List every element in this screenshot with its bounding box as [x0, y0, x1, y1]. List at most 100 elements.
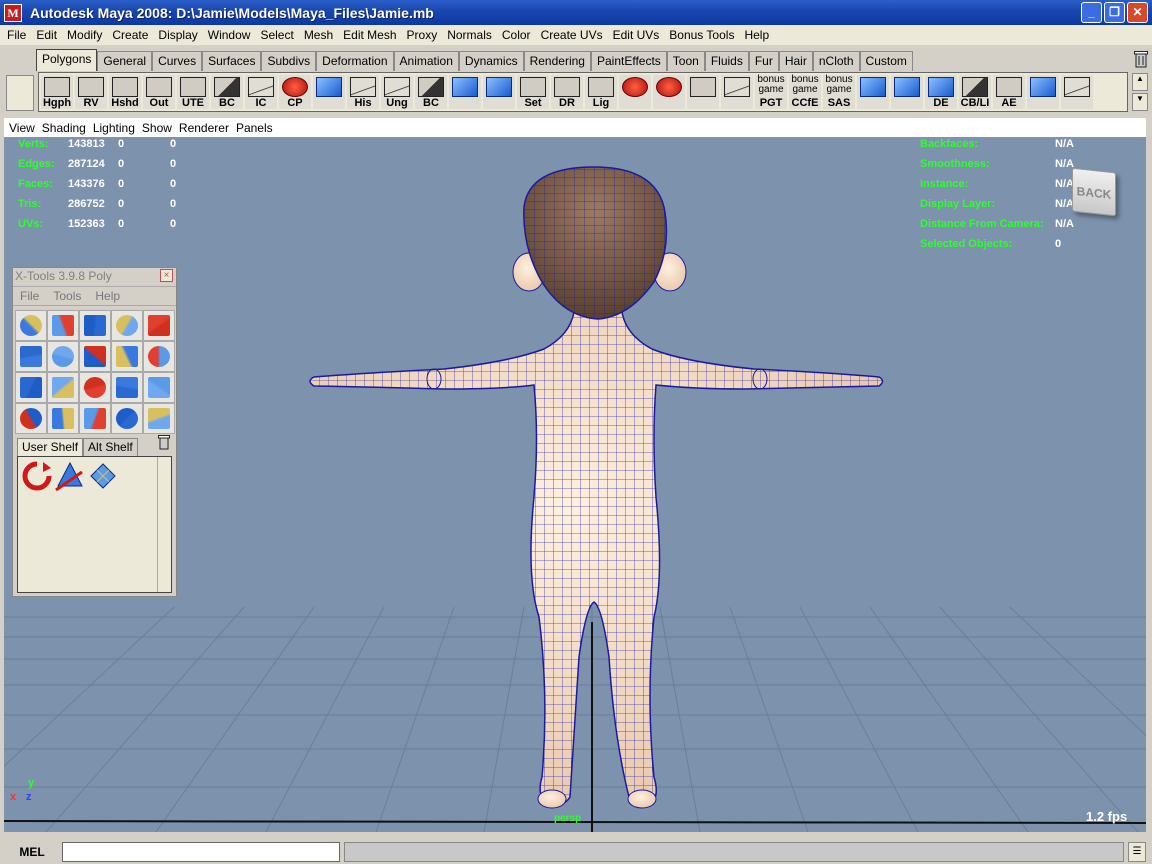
- xtools-tool-icon[interactable]: [47, 372, 79, 403]
- panel-menu-renderer[interactable]: Renderer: [177, 121, 234, 135]
- menu-proxy[interactable]: Proxy: [402, 28, 443, 42]
- xtools-tab-alt-shelf[interactable]: Alt Shelf: [83, 438, 138, 456]
- mel-input-field[interactable]: [62, 842, 340, 862]
- xtools-tool-icon[interactable]: [47, 341, 79, 372]
- shelf-tool-ute-button[interactable]: UTE: [177, 75, 209, 109]
- shelf-tool-ung-button[interactable]: Ung: [381, 75, 413, 109]
- shelf-tool-icon-button[interactable]: [1027, 75, 1059, 109]
- mel-label[interactable]: MEL: [6, 843, 58, 861]
- menu-bonus-tools[interactable]: Bonus Tools: [664, 28, 739, 42]
- shelf-tool-icon-button[interactable]: [721, 75, 753, 109]
- shelf-tool-icon-button[interactable]: [857, 75, 889, 109]
- shelf-tool-out-button[interactable]: Out: [143, 75, 175, 109]
- menu-create-uvs[interactable]: Create UVs: [536, 28, 608, 42]
- shelf-tab-dynamics[interactable]: Dynamics: [458, 51, 524, 71]
- shelf-menu-handle[interactable]: [6, 75, 34, 111]
- xtools-tool-icon[interactable]: [79, 341, 111, 372]
- menu-mesh[interactable]: Mesh: [299, 28, 338, 42]
- xtools-title-bar[interactable]: X-Tools 3.9.8 Poly: [13, 268, 176, 284]
- shelf-tab-polygons[interactable]: Polygons: [36, 49, 98, 71]
- shelf-tool-bc-button[interactable]: BC: [211, 75, 243, 109]
- menu-file[interactable]: File: [2, 28, 31, 42]
- cone-tool-icon[interactable]: [54, 460, 86, 492]
- panel-menu-lighting[interactable]: Lighting: [91, 121, 140, 135]
- shelf-tab-surfaces[interactable]: Surfaces: [202, 51, 262, 71]
- shelf-tab-hair[interactable]: Hair: [778, 51, 813, 71]
- xtools-menu-help[interactable]: Help: [88, 289, 127, 303]
- shelf-tool-icon-button[interactable]: [687, 75, 719, 109]
- shelf-tab-curves[interactable]: Curves: [152, 51, 203, 71]
- xtools-shelf-scrollbar[interactable]: [157, 457, 171, 592]
- shelf-tab-deformation[interactable]: Deformation: [316, 51, 394, 71]
- shelf-tool-icon-button[interactable]: [619, 75, 651, 109]
- maya-app-icon[interactable]: M: [4, 3, 22, 22]
- xtools-tool-icon[interactable]: [111, 341, 143, 372]
- shelf-tool-icon-button[interactable]: [653, 75, 685, 109]
- shelf-tool-rv-button[interactable]: RV: [75, 75, 107, 109]
- trash-icon[interactable]: [1134, 50, 1148, 68]
- shelf-tool-de-button[interactable]: DE: [925, 75, 957, 109]
- panel-menu-shading[interactable]: Shading: [40, 121, 91, 135]
- shelf-tool-hshd-button[interactable]: Hshd: [109, 75, 141, 109]
- shelf-tool-ccfe-button[interactable]: bonus game CCfE: [789, 75, 821, 109]
- xtools-tool-icon[interactable]: [47, 403, 79, 434]
- shelf-tool-ae-button[interactable]: AE: [993, 75, 1025, 109]
- shelf-tab-subdivs[interactable]: Subdivs: [261, 51, 317, 71]
- xtools-tool-icon[interactable]: [15, 403, 47, 434]
- xtools-tool-icon[interactable]: [79, 372, 111, 403]
- xtools-tool-icon[interactable]: [15, 341, 47, 372]
- menu-help[interactable]: Help: [739, 28, 774, 42]
- script-editor-icon[interactable]: ☰: [1128, 842, 1146, 862]
- shelf-tool-icon-button[interactable]: [1061, 75, 1093, 109]
- shelf-tool-his-button[interactable]: His: [347, 75, 379, 109]
- shelf-tool-sas-button[interactable]: bonus game SAS: [823, 75, 855, 109]
- xtools-tool-icon[interactable]: [47, 310, 79, 341]
- restore-button[interactable]: ❐: [1104, 2, 1125, 23]
- xtools-tool-icon[interactable]: [15, 310, 47, 341]
- xtools-trash-icon[interactable]: [158, 434, 170, 450]
- panel-menu-show[interactable]: Show: [140, 121, 177, 135]
- xtools-tool-icon[interactable]: [143, 372, 175, 403]
- xtools-tool-icon[interactable]: [143, 341, 175, 372]
- xtools-tool-icon[interactable]: [111, 310, 143, 341]
- shelf-tool-lig-button[interactable]: Lig: [585, 75, 617, 109]
- shelf-tab-custom[interactable]: Custom: [859, 51, 913, 71]
- menu-edit-uvs[interactable]: Edit UVs: [608, 28, 665, 42]
- shelf-tool-set-button[interactable]: Set: [517, 75, 549, 109]
- menu-window[interactable]: Window: [203, 28, 256, 42]
- menu-create[interactable]: Create: [107, 28, 153, 42]
- shelf-tool-icon-button[interactable]: [483, 75, 515, 109]
- shelf-tool-cp-button[interactable]: CP: [279, 75, 311, 109]
- shelf-tab-painteffects[interactable]: PaintEffects: [590, 51, 667, 71]
- xtools-tool-icon[interactable]: [111, 403, 143, 434]
- menu-select[interactable]: Select: [255, 28, 298, 42]
- menu-normals[interactable]: Normals: [442, 28, 497, 42]
- xtools-close-button[interactable]: ×: [160, 269, 173, 282]
- shelf-tool-pgt-button[interactable]: bonus game PGT: [755, 75, 787, 109]
- shelf-tab-general[interactable]: General: [97, 51, 153, 71]
- shelf-tool-cb-li-button[interactable]: CB/LI: [959, 75, 991, 109]
- minimize-button[interactable]: _: [1081, 2, 1102, 23]
- shelf-tool-icon-button[interactable]: [891, 75, 923, 109]
- xtools-tool-icon[interactable]: [79, 403, 111, 434]
- xtools-tool-icon[interactable]: [79, 310, 111, 341]
- xtools-menu-file[interactable]: File: [13, 289, 46, 303]
- shelf-tab-fur[interactable]: Fur: [748, 51, 779, 71]
- shelf-tab-fluids[interactable]: Fluids: [704, 51, 749, 71]
- xtools-menu-tools[interactable]: Tools: [46, 289, 88, 303]
- viewcube-back[interactable]: BACK: [1072, 167, 1116, 217]
- uv-grid-icon[interactable]: [87, 460, 119, 492]
- xtools-tab-user-shelf[interactable]: User Shelf: [17, 438, 84, 456]
- shelf-tab-toon[interactable]: Toon: [666, 51, 705, 71]
- shelf-tool-dr-button[interactable]: DR: [551, 75, 583, 109]
- shelf-tab-animation[interactable]: Animation: [393, 51, 459, 71]
- menu-edit[interactable]: Edit: [31, 28, 62, 42]
- xtools-tool-icon[interactable]: [143, 310, 175, 341]
- shelf-tab-ncloth[interactable]: nCloth: [812, 51, 860, 71]
- menu-color[interactable]: Color: [497, 28, 536, 42]
- shelf-tool-hgph-button[interactable]: Hgph: [41, 75, 73, 109]
- menu-edit-mesh[interactable]: Edit Mesh: [338, 28, 401, 42]
- shelf-tool-ic-button[interactable]: IC: [245, 75, 277, 109]
- shelf-scroll-down-icon[interactable]: ▼: [1132, 93, 1148, 111]
- shelf-tool-icon-button[interactable]: [313, 75, 345, 109]
